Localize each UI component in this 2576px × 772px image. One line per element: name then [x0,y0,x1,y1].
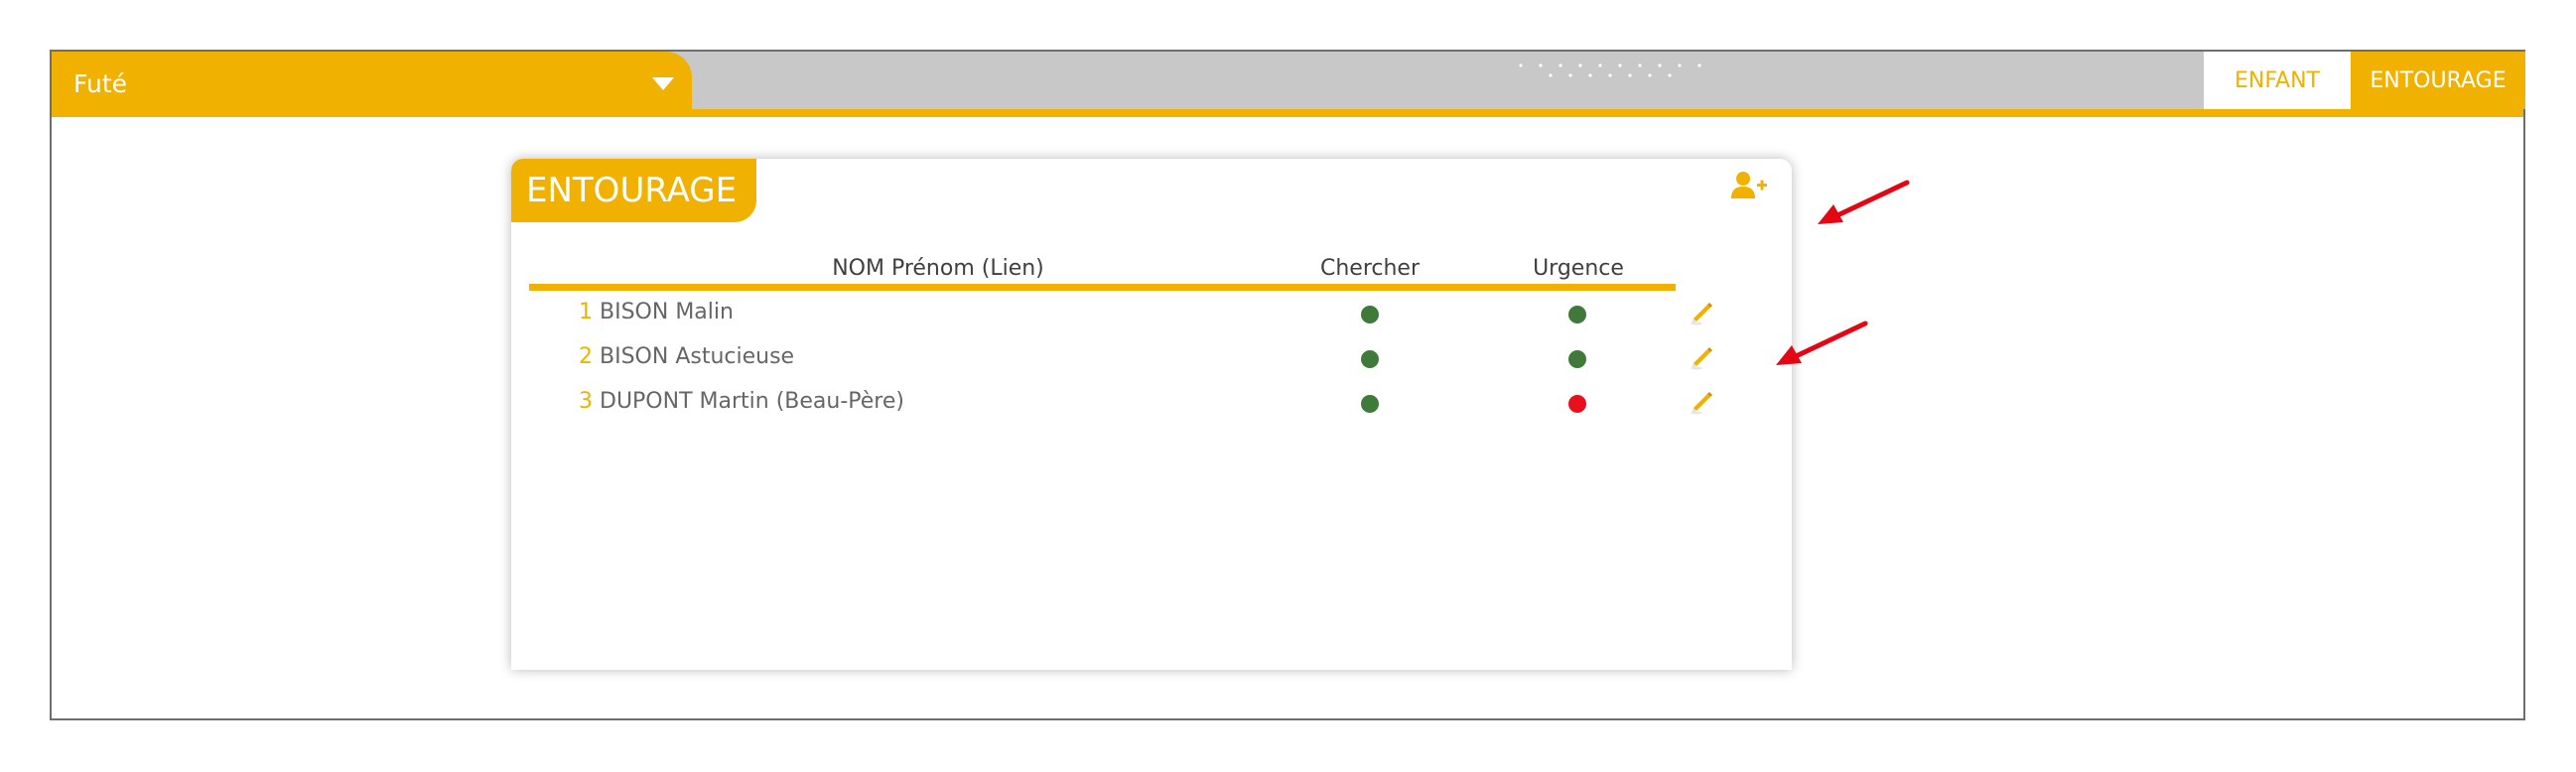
card-title: ENTOURAGE [511,159,757,222]
urgence-status-dot [1568,395,1586,413]
add-person-icon[interactable] [1730,171,1768,200]
pencil-icon[interactable] [1688,298,1717,327]
chercher-status-dot [1361,350,1379,368]
table-row: 2 BISON Astucieuse [511,336,1792,376]
tab-entourage[interactable]: ENTOURAGE [2351,52,2525,109]
row-name[interactable]: DUPONT Martin (Beau-Père) [600,389,904,414]
child-name: Futé [73,69,128,98]
column-header-chercher: Chercher [1319,256,1421,281]
arrow-annotation [1818,180,1910,224]
tab-enfant[interactable]: ENFANT [2204,52,2351,109]
row-index: 1 [579,300,593,324]
top-bar: Futé ENFANT ENTOURAGE [52,52,2525,117]
column-header-name: NOM Prénom (Lien) [832,256,1044,281]
table-row: 3 DUPONT Martin (Beau-Père) [511,381,1792,421]
table-row: 1 BISON Malin [511,292,1792,331]
topbar-accent-line [52,109,2523,117]
chevron-down-icon[interactable] [652,77,674,90]
arrow-annotation [1776,321,1868,365]
entourage-card: ENTOURAGE NOM Prénom (Lien) Chercher Urg… [511,159,1792,670]
row-name[interactable]: BISON Malin [600,300,734,324]
column-header-urgence: Urgence [1533,256,1624,281]
chercher-status-dot [1361,306,1379,323]
row-index: 3 [579,389,593,414]
urgence-status-dot [1568,306,1586,323]
row-name[interactable]: BISON Astucieuse [600,344,794,369]
header-divider [529,284,1676,291]
pencil-icon[interactable] [1688,387,1717,417]
decorative-dots [1519,64,1701,77]
chercher-status-dot [1361,395,1379,413]
row-index: 2 [579,344,593,369]
pencil-icon[interactable] [1688,342,1717,372]
child-selector[interactable]: Futé [52,52,692,117]
urgence-status-dot [1568,350,1586,368]
